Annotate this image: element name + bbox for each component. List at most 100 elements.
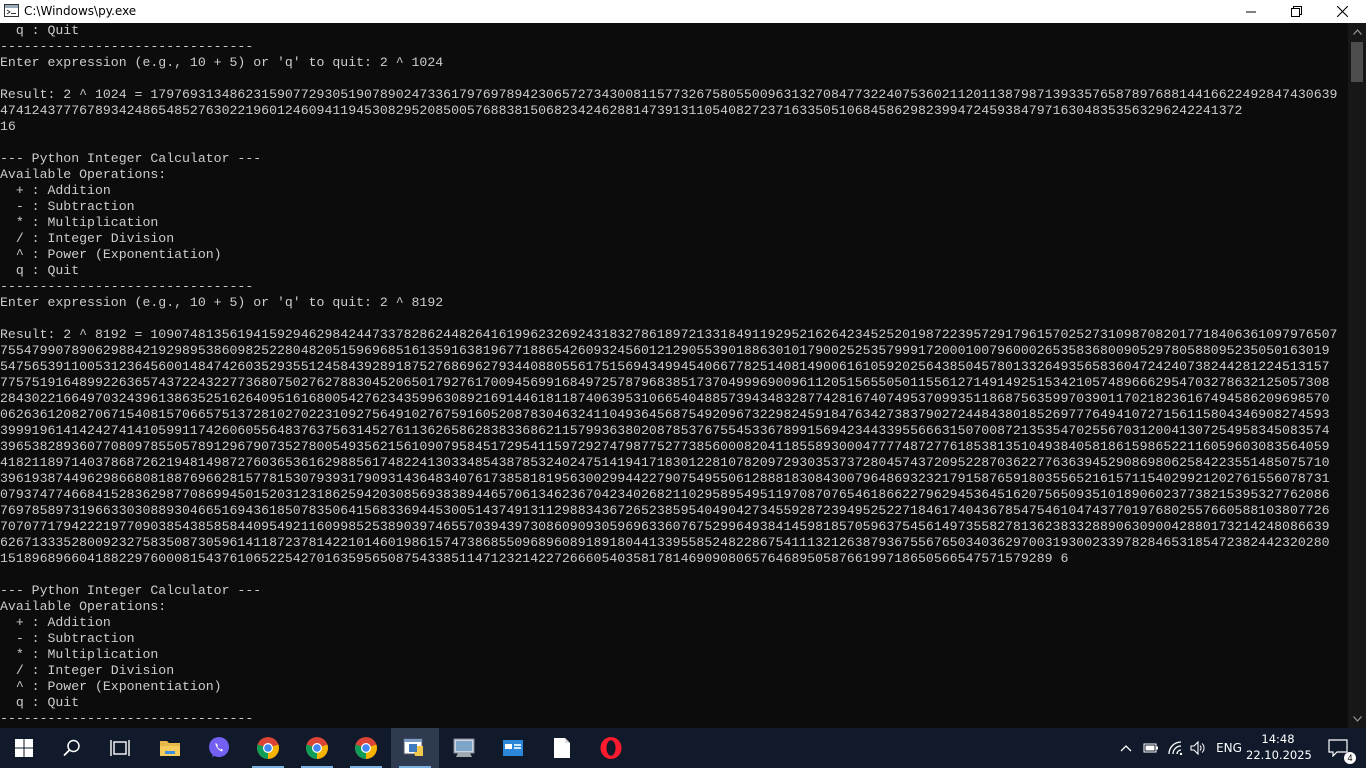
window-title-bar[interactable]: C:\Windows\py.exe bbox=[0, 0, 1366, 23]
show-hidden-icons-button[interactable] bbox=[1116, 728, 1136, 768]
console-line: q : Quit bbox=[0, 695, 80, 710]
start-button[interactable] bbox=[0, 728, 48, 768]
network-tray-button[interactable] bbox=[1166, 728, 1186, 768]
restore-button[interactable] bbox=[1273, 0, 1319, 23]
taskbar-chrome-3[interactable] bbox=[342, 728, 390, 768]
console-line: * : Multiplication bbox=[0, 215, 159, 230]
search-icon bbox=[63, 739, 80, 757]
console-app-icon bbox=[4, 4, 19, 17]
taskbar-file-explorer[interactable] bbox=[146, 728, 194, 768]
action-center-button[interactable]: 4 bbox=[1318, 728, 1358, 768]
console-lines: q : Quit --------------------------------… bbox=[0, 23, 1348, 728]
taskbar: ENG 14:48 22.10.2025 4 bbox=[0, 728, 1366, 768]
clock-date: 22.10.2025 bbox=[1246, 748, 1312, 762]
language-indicator[interactable]: ENG bbox=[1212, 728, 1246, 768]
console-line: 2843022166497032439613863525162640951616… bbox=[0, 391, 1330, 406]
search-button[interactable] bbox=[48, 728, 96, 768]
console-line: q : Quit bbox=[0, 23, 80, 38]
console-line: Enter expression (e.g., 10 + 5) or 'q' t… bbox=[0, 295, 444, 310]
console-line: 7697858973196633030889304665169436185078… bbox=[0, 503, 1330, 518]
chevron-down-icon bbox=[1352, 716, 1362, 722]
taskbar-notepad[interactable] bbox=[538, 728, 586, 768]
console-line: -------------------------------- bbox=[0, 711, 254, 726]
console-line: 7554799078906298842192989538609825228048… bbox=[0, 343, 1330, 358]
close-icon bbox=[1336, 6, 1348, 17]
console-line: Result: 2 ^ 1024 = 179769313486231590772… bbox=[0, 87, 1338, 102]
console-line: 0793747746684152836298770869945015203123… bbox=[0, 487, 1330, 502]
scroll-down-arrow[interactable] bbox=[1348, 711, 1366, 727]
taskbar-viber[interactable] bbox=[195, 728, 243, 768]
console-line: ^ : Power (Exponentiation) bbox=[0, 679, 222, 694]
console-line: -------------------------------- bbox=[0, 39, 254, 54]
chevron-up-icon bbox=[1120, 745, 1132, 752]
console-line: 16 bbox=[0, 119, 16, 134]
chrome-icon bbox=[355, 737, 377, 759]
console-line: ^ : Power (Exponentiation) bbox=[0, 247, 222, 262]
console-line: 3999196141424274141059911742606055648376… bbox=[0, 423, 1330, 438]
windows-logo-icon bbox=[15, 739, 33, 757]
taskbar-opera[interactable] bbox=[587, 728, 635, 768]
minimize-icon bbox=[1246, 11, 1256, 12]
console-line: 6267133352800923275835087305961411872378… bbox=[0, 535, 1330, 550]
python-console-icon bbox=[403, 738, 423, 756]
console-output[interactable]: q : Quit --------------------------------… bbox=[0, 23, 1348, 728]
scroll-thumb[interactable] bbox=[1351, 42, 1363, 82]
taskbar-app-window[interactable] bbox=[489, 728, 537, 768]
console-line: 0626361208270671540815706657513728102702… bbox=[0, 407, 1330, 422]
opera-icon bbox=[600, 737, 622, 759]
clock-time: 14:48 bbox=[1261, 732, 1295, 746]
console-line: 4741243777678934248654852763022196012460… bbox=[0, 103, 1243, 118]
volume-tray-button[interactable] bbox=[1188, 728, 1208, 768]
close-button[interactable] bbox=[1319, 0, 1365, 23]
document-icon bbox=[554, 738, 570, 758]
console-line: + : Addition bbox=[0, 183, 111, 198]
console-line: - : Subtraction bbox=[0, 631, 135, 646]
console-line: 1518968966041882297600081543761065225427… bbox=[0, 551, 1069, 566]
console-line: 3965382893607708097855057891296790735278… bbox=[0, 439, 1330, 454]
console-line: --- Python Integer Calculator --- bbox=[0, 583, 262, 598]
console-line: + : Addition bbox=[0, 615, 111, 630]
language-label: ENG bbox=[1216, 741, 1242, 755]
notification-count-badge: 4 bbox=[1344, 752, 1356, 764]
console-line: Available Operations: bbox=[0, 167, 167, 182]
task-view-button[interactable] bbox=[96, 728, 144, 768]
taskbar-chrome-1[interactable] bbox=[244, 728, 292, 768]
console-line: 7070771794222197709038543858584409549211… bbox=[0, 519, 1330, 534]
console-line: 5475653911005312364560014847426035293551… bbox=[0, 359, 1330, 374]
console-line: --- Python Integer Calculator --- bbox=[0, 151, 262, 166]
console-line: 4182118971403786872621948149872760365361… bbox=[0, 455, 1330, 470]
console-line: Available Operations: bbox=[0, 599, 167, 614]
console-line: 7757519164899226365743722432277368075027… bbox=[0, 375, 1330, 390]
minimize-button[interactable] bbox=[1228, 0, 1274, 23]
clock[interactable]: 14:48 22.10.2025 bbox=[1246, 731, 1312, 763]
console-line: 3961938744962986680818876966281577815307… bbox=[0, 471, 1330, 486]
taskbar-chrome-2[interactable] bbox=[293, 728, 341, 768]
chrome-icon bbox=[257, 737, 279, 759]
console-line: -------------------------------- bbox=[0, 279, 254, 294]
battery-icon bbox=[1143, 743, 1158, 753]
console-line: - : Subtraction bbox=[0, 199, 135, 214]
console-line: Result: 2 ^ 8192 = 109074813561941592946… bbox=[0, 327, 1338, 342]
chevron-up-icon bbox=[1352, 29, 1362, 35]
console-line: Enter expression (e.g., 10 + 5) or 'q' t… bbox=[0, 55, 444, 70]
vertical-scrollbar[interactable] bbox=[1348, 23, 1366, 728]
console-line: q : Quit bbox=[0, 263, 80, 278]
taskbar-python[interactable] bbox=[391, 728, 439, 768]
app-window-icon bbox=[503, 740, 523, 756]
wifi-icon bbox=[1168, 741, 1183, 755]
scroll-up-arrow[interactable] bbox=[1348, 24, 1366, 40]
viber-icon bbox=[209, 737, 229, 757]
task-view-icon bbox=[110, 740, 130, 756]
taskbar-control-panel[interactable] bbox=[440, 728, 488, 768]
speaker-icon bbox=[1190, 741, 1205, 755]
chrome-icon bbox=[306, 737, 328, 759]
folder-icon bbox=[160, 741, 180, 756]
window-title: C:\Windows\py.exe bbox=[24, 4, 137, 18]
restore-icon bbox=[1290, 6, 1302, 17]
battery-tray-button[interactable] bbox=[1141, 728, 1161, 768]
control-panel-icon bbox=[453, 738, 475, 757]
